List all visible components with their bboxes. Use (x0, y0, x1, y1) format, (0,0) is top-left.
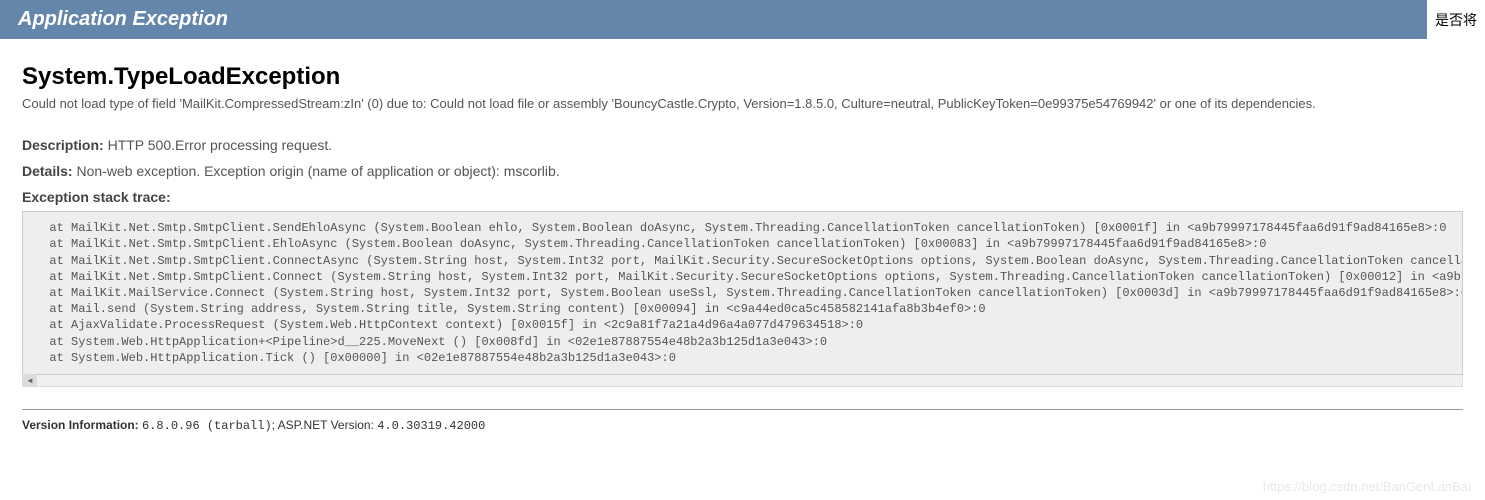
stack-trace-label: Exception stack trace: (22, 189, 1463, 205)
version-info: Version Information: 6.8.0.96 (tarball);… (0, 418, 1485, 433)
mono-version: 6.8.0.96 (tarball) (142, 419, 272, 433)
watermark-text: https://blog.csdn.net/BanGenLanBai (1263, 479, 1471, 494)
horizontal-scrollbar[interactable]: ◄ (22, 375, 1463, 387)
separator (22, 409, 1463, 410)
exception-message: Could not load type of field 'MailKit.Co… (22, 95, 1463, 113)
details-label: Details: (22, 163, 73, 179)
aspnet-label: ; ASP.NET Version: (272, 418, 374, 432)
exception-type: System.TypeLoadException (22, 63, 1463, 91)
description-label: Description: (22, 137, 104, 153)
header-title: Application Exception (18, 8, 228, 30)
version-label: Version Information: (22, 418, 139, 432)
header-bar: Application Exception (0, 0, 1485, 39)
header-right-text: 是否将 (1427, 0, 1485, 40)
details-value: Non-web exception. Exception origin (nam… (76, 163, 559, 179)
details-row: Details: Non-web exception. Exception or… (22, 163, 1463, 179)
stack-trace-box: at MailKit.Net.Smtp.SmtpClient.SendEhloA… (22, 211, 1463, 375)
content-area: System.TypeLoadException Could not load … (0, 39, 1485, 410)
aspnet-version: 4.0.30319.42000 (377, 419, 485, 433)
scroll-left-arrow-icon[interactable]: ◄ (23, 374, 37, 386)
description-value: HTTP 500.Error processing request. (108, 137, 333, 153)
description-row: Description: HTTP 500.Error processing r… (22, 137, 1463, 153)
